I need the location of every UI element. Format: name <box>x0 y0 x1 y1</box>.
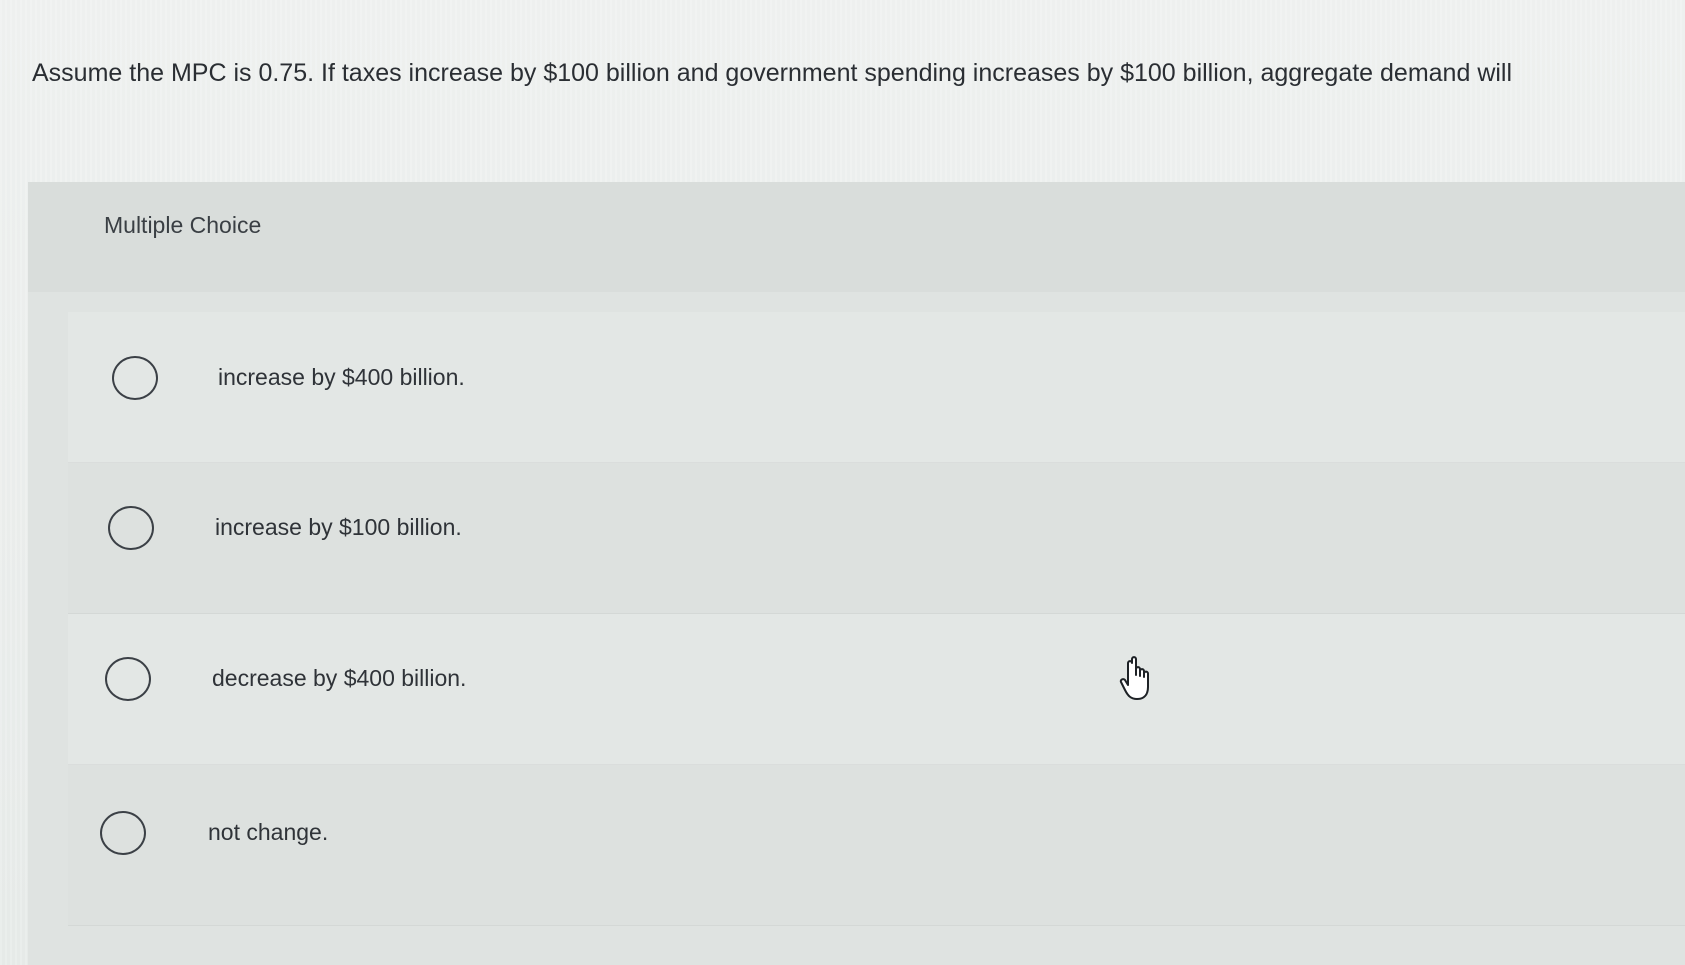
option-item[interactable]: increase by $100 billion. <box>68 463 1685 614</box>
multiple-choice-section: Multiple Choice increase by $400 billion… <box>28 182 1685 965</box>
radio-button[interactable] <box>105 657 151 701</box>
options-list: increase by $400 billion. increase by $1… <box>68 312 1685 926</box>
option-label: decrease by $400 billion. <box>212 665 467 691</box>
option-label: not change. <box>208 819 329 845</box>
radio-button[interactable] <box>112 356 158 400</box>
multiple-choice-label: Multiple Choice <box>104 212 262 238</box>
radio-button[interactable] <box>108 506 154 550</box>
hand-pointer-icon <box>1119 656 1149 700</box>
option-label: increase by $100 billion. <box>215 514 462 540</box>
multiple-choice-header: Multiple Choice <box>28 182 1685 292</box>
question-text: Assume the MPC is 0.75. If taxes increas… <box>32 59 1513 87</box>
option-item[interactable]: increase by $400 billion. <box>68 312 1685 463</box>
option-item[interactable]: decrease by $400 billion. <box>68 614 1685 765</box>
page: Assume the MPC is 0.75. If taxes increas… <box>0 0 1685 965</box>
option-item[interactable]: not change. <box>68 765 1685 926</box>
radio-button[interactable] <box>100 811 146 855</box>
option-label: increase by $400 billion. <box>218 364 465 390</box>
